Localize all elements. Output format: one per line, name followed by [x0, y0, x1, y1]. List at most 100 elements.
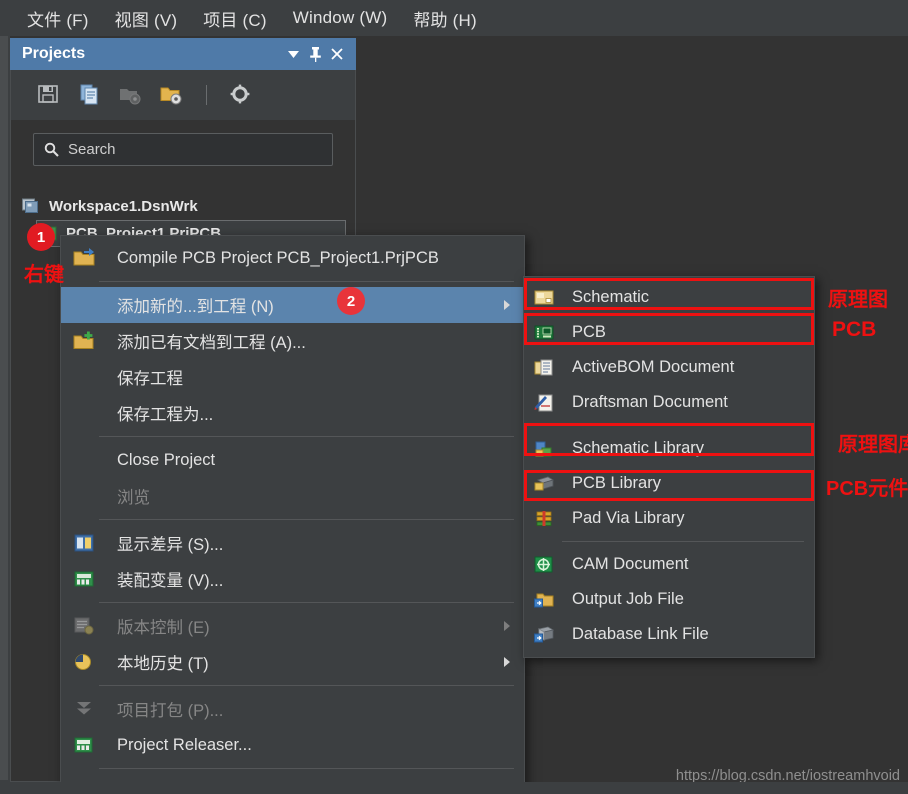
sub-output-job-file-label: Output Job File [572, 590, 684, 608]
sub-output-job-file[interactable]: Output Job File [524, 582, 814, 617]
ctx-close-project[interactable]: Close Project [61, 442, 524, 478]
ctx-save-project-as[interactable]: 保存工程为... [61, 395, 524, 431]
menu-project-label: 项目 (C) [203, 10, 267, 30]
schematic-icon [530, 286, 558, 310]
sub-pad-via-library-label: Pad Via Library [572, 509, 685, 527]
menu-view[interactable]: 视图 (V) [102, 2, 191, 35]
chevron-down-icon[interactable] [282, 43, 304, 65]
gear-icon[interactable] [229, 83, 253, 107]
project-options-icon[interactable] [160, 83, 184, 107]
ctx-add-existing-to-project[interactable]: 添加已有文档到工程 (A)... [61, 323, 524, 359]
menu-window[interactable]: Window (W) [280, 4, 401, 32]
sub-draftsman-document[interactable]: Draftsman Document [524, 385, 814, 420]
pad-via-library-icon [530, 507, 558, 531]
ctx-save-project-label: 保存工程 [117, 370, 183, 388]
compile-folder-icon [69, 246, 99, 270]
menu-separator [99, 768, 514, 769]
menu-separator [99, 519, 514, 520]
sub-pcb[interactable]: PCB [524, 315, 814, 350]
menu-help-label: 帮助 (H) [413, 10, 477, 30]
ctx-save-project-as-label: 保存工程为... [117, 406, 214, 424]
annotation-schematic-library: 原理图库 [838, 434, 908, 456]
menu-project[interactable]: 项目 (C) [190, 2, 280, 35]
save-icon[interactable] [37, 83, 61, 107]
version-control-icon [69, 614, 99, 638]
menu-separator [99, 436, 514, 437]
ctx-project-releaser[interactable]: Project Releaser... [61, 727, 524, 763]
project-releaser-icon [69, 733, 99, 757]
tree-item-workspace[interactable]: Workspace1.DsnWrk [22, 193, 352, 220]
sub-schematic-library[interactable]: Schematic Library [524, 431, 814, 466]
ctx-version-control: 版本控制 (E) [61, 608, 524, 644]
documents-icon[interactable] [78, 83, 102, 107]
sub-pcb-label: PCB [572, 323, 606, 341]
ctx-local-history[interactable]: 本地历史 (T) [61, 644, 524, 680]
search-icon [44, 142, 59, 157]
context-menu: Compile PCB Project PCB_Project1.PrjPCB … [60, 235, 525, 794]
schematic-library-icon [530, 437, 558, 461]
left-edge-strip [0, 0, 10, 794]
folder-plus-icon [69, 329, 99, 353]
compile-icon[interactable] [119, 83, 143, 107]
sub-activebom-document[interactable]: ActiveBOM Document [524, 350, 814, 385]
search-placeholder: Search [68, 141, 116, 158]
submenu-arrow-icon [504, 300, 510, 310]
database-link-icon [530, 623, 558, 647]
sub-schematic-library-label: Schematic Library [572, 439, 705, 457]
output-job-icon [530, 588, 558, 612]
submenu-arrow-icon [504, 657, 510, 667]
cam-icon [530, 553, 558, 577]
ctx-project-packager: 项目打包 (P)... [61, 691, 524, 727]
menu-separator [99, 685, 514, 686]
pcb-library-icon [530, 472, 558, 496]
projects-panel-toolbar [11, 70, 355, 120]
ctx-show-differences[interactable]: 显示差异 (S)... [61, 525, 524, 561]
ctx-add-existing-to-project-label: 添加已有文档到工程 (A)... [117, 334, 306, 352]
step-badge-1: 1 [27, 223, 55, 251]
menu-help[interactable]: 帮助 (H) [400, 2, 490, 35]
sub-pad-via-library[interactable]: Pad Via Library [524, 501, 814, 536]
workspace-icon [22, 198, 41, 215]
sub-activebom-document-label: ActiveBOM Document [572, 358, 735, 376]
sub-cam-document-label: CAM Document [572, 555, 689, 573]
add-new-submenu: Schematic PCB ActiveBOM Document Draftsm… [523, 276, 815, 658]
sub-cam-document[interactable]: CAM Document [524, 547, 814, 582]
submenu-arrow-icon [504, 621, 510, 631]
sub-schematic-label: Schematic [572, 288, 650, 306]
toolbar-separator [206, 85, 207, 105]
step-badge-2: 2 [337, 287, 365, 315]
ctx-close-project-label: Close Project [117, 450, 216, 469]
ctx-assembly-variants[interactable]: 装配变量 (V)... [61, 561, 524, 597]
project-packager-icon [69, 697, 99, 721]
sub-pcb-library-label: PCB Library [572, 474, 661, 492]
projects-panel-titlebar: Projects [10, 38, 356, 70]
sub-draftsman-document-label: Draftsman Document [572, 393, 728, 411]
show-differences-icon [69, 531, 99, 555]
ctx-compile-pcb-project[interactable]: Compile PCB Project PCB_Project1.PrjPCB [61, 240, 524, 276]
ctx-add-new-to-project[interactable]: 添加新的...到工程 (N) [61, 287, 524, 323]
ctx-add-new-to-project-label: 添加新的...到工程 (N) [117, 298, 274, 316]
ctx-project-packager-label: 项目打包 (P)... [117, 702, 224, 720]
ctx-save-project[interactable]: 保存工程 [61, 359, 524, 395]
search-input[interactable]: Search [33, 133, 333, 166]
pin-icon[interactable] [304, 43, 326, 65]
menu-item-no-icon [69, 401, 99, 425]
ctx-browse-label: 浏览 [117, 489, 150, 507]
ctx-compile-pcb-project-label: Compile PCB Project PCB_Project1.PrjPCB [117, 248, 439, 267]
close-icon[interactable] [326, 43, 348, 65]
sub-database-link-file-label: Database Link File [572, 625, 709, 643]
menu-file[interactable]: 文件 (F) [14, 2, 102, 35]
sub-pcb-library[interactable]: PCB Library [524, 466, 814, 501]
menu-item-no-icon [69, 484, 99, 508]
menu-file-label: 文件 (F) [27, 10, 89, 30]
ctx-project-releaser-label: Project Releaser... [117, 735, 252, 754]
sub-schematic[interactable]: Schematic [524, 280, 814, 315]
sub-database-link-file[interactable]: Database Link File [524, 617, 814, 652]
menubar: 文件 (F) 视图 (V) 项目 (C) Window (W) 帮助 (H) [0, 0, 908, 36]
ctx-local-history-label: 本地历史 (T) [117, 655, 209, 673]
ctx-assembly-variants-label: 装配变量 (V)... [117, 572, 224, 590]
bottom-bar [0, 782, 908, 794]
annotation-right-click: 右键 [24, 264, 64, 286]
step-badge-1-label: 1 [36, 228, 46, 246]
variants-icon [69, 567, 99, 591]
